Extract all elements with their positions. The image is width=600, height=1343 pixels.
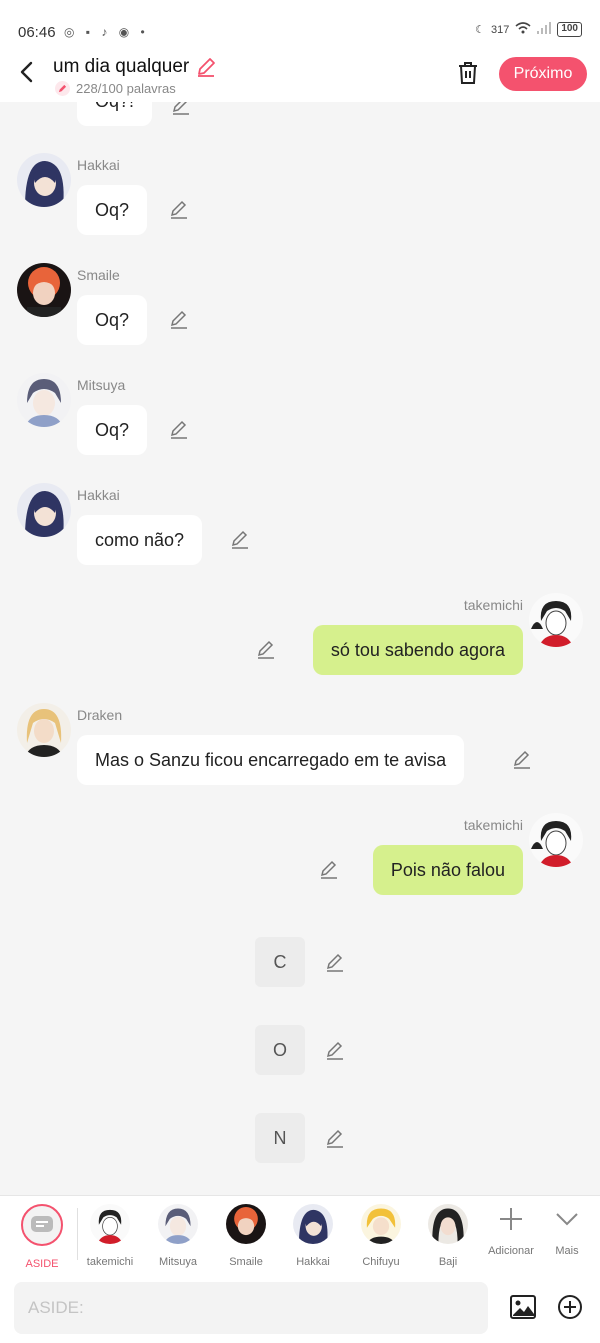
character-name: takemichi [463,817,523,833]
delete-button[interactable] [456,60,480,86]
network-speed: 317 [490,23,510,36]
wifi-icon [515,22,531,37]
message-bubble[interactable]: Oq? [77,185,148,235]
avatar [428,1204,468,1244]
message-bubble[interactable]: Oq? [77,405,148,455]
pencil-icon [55,81,70,96]
chat-area[interactable]: Oq?! Hakkai Oq? Smaile Oq? Mitsuya Oq? H… [0,102,600,1195]
next-button[interactable]: Próximo [499,57,587,91]
more-label: Mais [555,1245,579,1257]
aside-message[interactable]: O [255,1025,305,1075]
add-character-button[interactable]: Adicionar [486,1206,536,1257]
aside-message[interactable]: C [255,937,305,987]
plus-icon [500,1208,522,1230]
edit-message-icon[interactable] [325,953,345,973]
avatar-hakkai [17,483,71,537]
add-character-label: Adicionar [488,1245,534,1257]
edit-message-icon[interactable] [325,1129,345,1149]
message-bubble[interactable]: Mas o Sanzu ficou encarregado em te avis… [77,735,465,785]
character-takemichi[interactable]: takemichi [78,1204,142,1268]
avatar-takemichi [529,813,583,867]
image-icon [510,1295,536,1319]
message-input[interactable] [14,1282,488,1334]
character-name: Draken [77,707,123,723]
aside-avatar [21,1204,63,1246]
back-button[interactable] [16,58,40,86]
character-name: takemichi [463,597,523,613]
chat-bubble-icon [31,1216,53,1232]
aside-message[interactable]: N [255,1113,305,1163]
edit-title-icon[interactable] [195,56,217,78]
character-label: Baji [438,1256,458,1268]
story-title-text: um dia qualquer [53,56,190,77]
plus-circle-icon [558,1295,582,1319]
character-label: Smaile [229,1256,263,1268]
avatar-smaile [17,263,71,317]
character-name: Hakkai [77,157,120,173]
insert-image-button[interactable] [509,1294,537,1320]
edit-message-icon[interactable] [512,750,532,770]
avatar [361,1204,401,1244]
trash-icon [459,62,477,84]
message-bubble[interactable]: Oq?! [77,102,153,126]
character-aside[interactable]: ASIDE [10,1204,74,1270]
moon-icon: ☾ [475,24,485,36]
character-label: Chifuyu [362,1256,400,1268]
system-icons: ☾ 317 100 [475,22,582,37]
edit-message-icon[interactable] [325,1041,345,1061]
more-options-button[interactable] [557,1294,583,1320]
character-selector: ASIDE takemichi Mitsuya Smaile Hakkai Ch… [0,1195,600,1273]
avatar [158,1204,198,1244]
status-bar: 06:46 ◎ ▪ ♪ ◉ • ☾ 317 100 [0,0,600,46]
avatar-hakkai [17,153,71,207]
avatar-mitsuya [17,373,71,427]
avatar [293,1204,333,1244]
message-bubble[interactable]: só tou sabendo agora [312,625,523,675]
edit-message-icon[interactable] [169,420,189,440]
battery-icon: 100 [557,22,582,37]
edit-message-icon[interactable] [169,200,189,220]
edit-message-icon[interactable] [256,640,276,660]
editor-header: um dia qualquer 228/100 palavras Próximo [0,46,600,102]
character-chifuyu[interactable]: Chifuyu [349,1204,413,1268]
edit-message-icon[interactable] [230,530,250,550]
word-count-text: 228/100 palavras [76,81,176,96]
character-label: ASIDE [25,1258,59,1270]
avatar [90,1204,130,1244]
edit-message-icon[interactable] [171,102,191,116]
character-name: Mitsuya [77,377,126,393]
clock: 06:46 [18,24,56,41]
story-title[interactable]: um dia qualquer [53,56,217,78]
word-count: 228/100 palavras [55,81,176,96]
more-characters-button[interactable]: Mais [548,1206,586,1257]
avatar [226,1204,266,1244]
chevron-left-icon [20,61,33,83]
character-name: Smaile [77,267,120,283]
message-bubble[interactable]: Oq? [77,295,148,345]
signal-icon [537,22,552,37]
character-smaile[interactable]: Smaile [214,1204,278,1268]
character-name: Hakkai [77,487,120,503]
edit-message-icon[interactable] [169,310,189,330]
message-bubble[interactable]: Pois não falou [372,845,523,895]
character-label: takemichi [86,1256,134,1268]
avatar-draken [17,703,71,757]
chevron-down-icon [556,1213,578,1226]
avatar-takemichi [529,593,583,647]
message-bubble[interactable]: como não? [77,515,203,565]
character-label: Mitsuya [159,1256,197,1268]
notification-icons: ◎ ▪ ♪ ◉ • [64,25,149,39]
character-label: Hakkai [296,1256,330,1268]
character-baji[interactable]: Baji [416,1204,480,1268]
composer [0,1273,600,1343]
character-mitsuya[interactable]: Mitsuya [146,1204,210,1268]
character-hakkai[interactable]: Hakkai [281,1204,345,1268]
edit-message-icon[interactable] [319,860,339,880]
